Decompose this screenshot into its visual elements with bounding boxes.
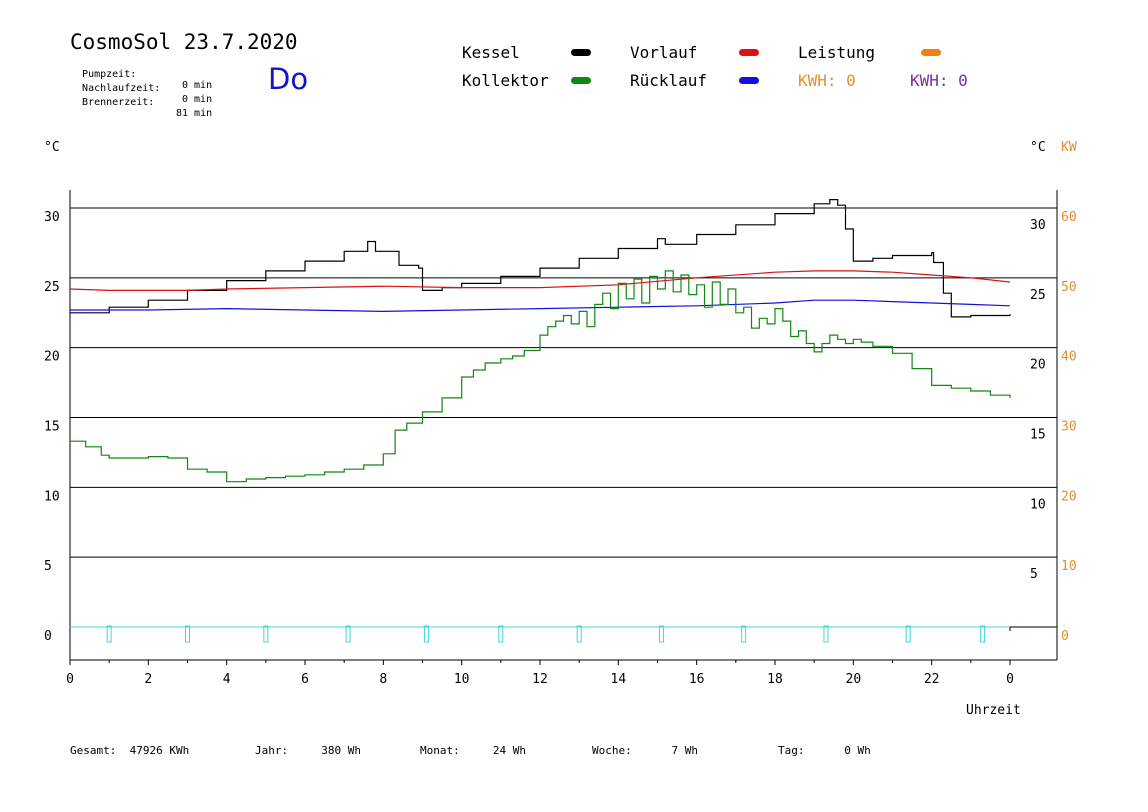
y-tick-right-label: 10 [1030, 497, 1046, 512]
series-leistung-pulse [263, 625, 269, 643]
x-tick-label: 14 [611, 672, 627, 687]
x-tick-label: 22 [924, 672, 940, 687]
x-tick-label: 4 [223, 672, 231, 687]
series-kollektor-line [70, 270, 1011, 483]
y-tick-left-label: 10 [44, 489, 60, 504]
series-leistung-pulse [980, 625, 986, 643]
series-leistung-pulse [823, 625, 829, 643]
x-tick-label: 16 [689, 672, 705, 687]
y-tick-kw-label: 0 [1061, 629, 1069, 644]
y-tick-kw-label: 40 [1061, 350, 1077, 365]
y-axis-left-unit: °C [44, 140, 60, 155]
y-tick-kw-label: 10 [1061, 559, 1077, 574]
series-leistung-pulse [576, 625, 582, 643]
x-tick-label: 10 [454, 672, 470, 687]
y-tick-right-label: 20 [1030, 358, 1046, 373]
y-tick-kw-label: 20 [1061, 489, 1077, 504]
series-leistung-pulse [498, 625, 504, 643]
series-kessel-line [70, 199, 1011, 318]
y-axis-right-unit: °C [1030, 140, 1046, 155]
y-tick-left-label: 0 [44, 629, 52, 644]
temperature-chart: 051015202530510152025300102030405060°C °C… [44, 140, 1077, 718]
x-tick-label: 0 [1006, 672, 1014, 687]
x-tick-label: 20 [846, 672, 862, 687]
y-tick-kw-label: 50 [1061, 280, 1077, 295]
y-tick-right-label: 30 [1030, 218, 1046, 233]
series-leistung-pulse [741, 625, 747, 643]
x-tick-label: 18 [767, 672, 783, 687]
y-tick-right-label: 15 [1030, 428, 1046, 443]
y-tick-kw-label: 30 [1061, 420, 1077, 435]
series-rcklauf-line [70, 299, 1011, 313]
series-leistung-pulse [905, 625, 911, 643]
x-tick-label: 8 [379, 672, 387, 687]
x-tick-label: 0 [66, 672, 74, 687]
series-leistung-pulse [658, 625, 664, 643]
x-tick-label: 6 [301, 672, 309, 687]
y-tick-kw-label: 60 [1061, 210, 1077, 225]
x-tick-label: 12 [532, 672, 548, 687]
series-leistung-pulse [185, 625, 190, 643]
y-tick-right-label: 5 [1030, 567, 1038, 582]
y-tick-left-label: 30 [44, 210, 60, 225]
series-leistung-pulse [106, 625, 112, 643]
x-tick-label: 2 [144, 672, 152, 687]
y-axis-kw-unit: KW [1061, 140, 1077, 155]
series-leistung-pulse [345, 625, 351, 643]
series-leistung-pulse [423, 625, 429, 643]
y-tick-left-label: 15 [44, 420, 60, 435]
y-tick-right-label: 25 [1030, 288, 1046, 303]
y-tick-left-label: 25 [44, 280, 60, 295]
y-tick-left-label: 20 [44, 350, 60, 365]
x-axis-label: Uhrzeit [966, 703, 1021, 718]
y-tick-left-label: 5 [44, 559, 52, 574]
